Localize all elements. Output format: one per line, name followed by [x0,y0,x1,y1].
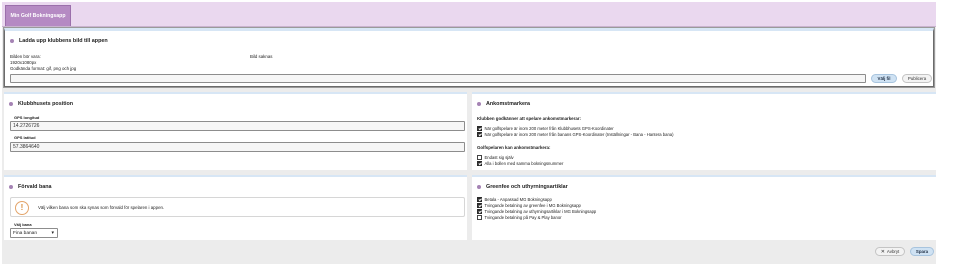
golfer-option-self[interactable]: Endast sig själv [477,155,514,160]
image-formats-text: Godkända format: gif, png och jpg [10,66,77,71]
tab-bar: Min Golf Bokningsapp [2,2,936,26]
cancel-button[interactable]: ✕ Avbryt [875,247,905,256]
greenfee-option-forced-rentals[interactable]: Tvingande betalning av uthyrningsartikla… [477,209,596,214]
image-missing-text: Bild saknas [250,54,273,59]
gps-longitude-input[interactable]: 14.2726726 [10,121,465,131]
image-size-text: 1920x1080px [10,60,37,65]
checkbox-checked-icon[interactable] [477,161,482,166]
file-path-input[interactable] [10,74,866,83]
checkbox-unchecked-icon[interactable] [477,155,482,160]
course-info-box: ! Välj vilken bana som ska synas som för… [10,197,465,217]
greenfee-card: Greenfee och uthyrningsartiklar Betala -… [472,175,936,240]
checkbox-checked-icon[interactable] [477,197,482,202]
save-button[interactable]: Spara [910,247,934,256]
image-requirements-label: Bilden bör vara: [10,54,41,59]
greenfee-option-pay-and-play[interactable]: Tvingande betalning på Pay & Play banor [477,215,562,220]
greenfee-option-pay[interactable]: Betala - Anpassad MG Bokningsapp [477,197,552,202]
close-icon: ✕ [880,248,885,255]
choose-file-button[interactable]: Välj fil [871,74,897,83]
chevron-down-icon: ▾ [51,229,54,236]
upload-card-title: Ladda upp klubbens bild till appen [10,38,108,44]
arrival-marking-card: Ankomstmarkera Klubben godkänner att spe… [472,92,936,170]
golfer-intro-text: Golfspelaren kan ankomstmarkera: [477,145,551,150]
course-select[interactable]: Fina banan ▾ [10,228,58,238]
checkbox-unchecked-icon[interactable] [477,215,482,220]
arrival-option-clubhouse[interactable]: När golfspelare är inom 200 meter från K… [477,126,614,131]
info-warning-icon: ! [15,200,29,215]
greenfee-option-forced-greenfee[interactable]: Tvingande betalning av greenfee i MG Bok… [477,203,581,208]
clubhouse-position-card: Klubbhusets position GPS longitud 14.272… [4,92,467,170]
gps-latitude-input[interactable]: 57.3864640 [10,142,465,152]
course-info-text: Välj vilken bana som ska synas som förva… [38,205,165,210]
checkbox-checked-icon[interactable] [477,203,482,208]
checkbox-checked-icon[interactable] [477,132,482,137]
publish-button[interactable]: Publicera [902,74,932,83]
tab-min-golf-bokningsapp[interactable]: Min Golf Bokningsapp [5,5,71,26]
checkbox-checked-icon[interactable] [477,126,482,131]
golfer-option-group[interactable]: Alla i bollen med samma bokningsnummer [477,161,563,166]
gps-latitude-label: GPS latitud [14,135,36,140]
upload-card: Ladda upp klubbens bild till appen Bilde… [4,28,934,87]
arrival-card-title: Ankomstmarkera [477,101,530,107]
default-course-card: Förvald bana ! Välj vilken bana som ska … [4,175,467,240]
position-card-title: Klubbhusets position [9,101,73,107]
arrival-option-course[interactable]: När golfspelare är inom 200 meter från b… [477,132,674,137]
app-frame: Min Golf Bokningsapp Ladda upp klubbens … [2,2,936,264]
course-select-label: Välj bana [14,222,32,227]
bullet-icon [477,185,481,189]
gps-longitude-label: GPS longitud [14,115,40,120]
bullet-icon [9,102,13,106]
course-card-title: Förvald bana [9,184,52,190]
bullet-icon [477,102,481,106]
tab-divider [2,26,936,27]
greenfee-card-title: Greenfee och uthyrningsartiklar [477,184,568,190]
arrival-intro-text: Klubben godkänner att spelare ankomstmar… [477,116,581,121]
bullet-icon [9,185,13,189]
bullet-icon [10,39,14,43]
checkbox-checked-icon[interactable] [477,209,482,214]
